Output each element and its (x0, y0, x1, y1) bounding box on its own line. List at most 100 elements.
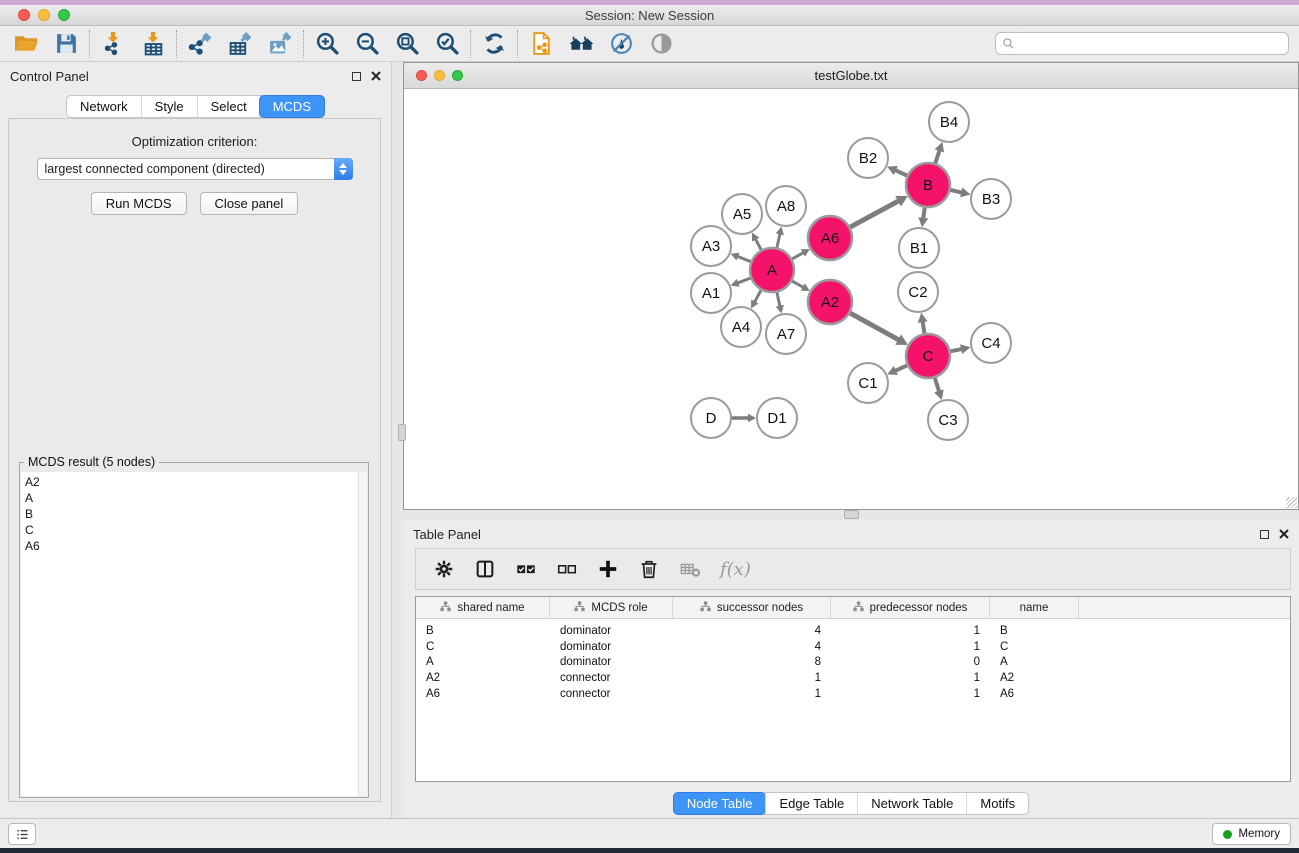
svg-text:A3: A3 (702, 238, 720, 255)
node-A[interactable]: A (750, 248, 794, 292)
node-D1[interactable]: D1 (757, 398, 797, 438)
zoom-fit-icon[interactable] (393, 30, 421, 58)
minimize-window-button[interactable] (38, 9, 50, 21)
table-tab-network-table[interactable]: Network Table (857, 793, 966, 814)
export-network-icon[interactable] (186, 30, 214, 58)
memory-label: Memory (1238, 828, 1280, 840)
vertical-splitter-grip[interactable] (398, 424, 406, 441)
network-title: testGlobe.txt (815, 68, 888, 83)
table-tab-node-table[interactable]: Node Table (673, 792, 767, 815)
result-item[interactable]: B (25, 506, 358, 522)
column-header-successor-nodes[interactable]: successor nodes (673, 597, 831, 618)
table-cell: 4 (673, 625, 831, 637)
mcds-result-group: MCDS result (5 nodes) A2ABCA6 (19, 462, 369, 798)
node-C[interactable]: C (906, 334, 950, 378)
close-panel-icon[interactable] (371, 69, 381, 84)
network-canvas[interactable]: B4 B2 B B3 A5A8A6 B1 A3 A A1 C2 A2 A4A7 C4 C C1 C3 D D1 (404, 89, 1298, 509)
criterion-dropdown[interactable]: largest connected component (directed) (37, 158, 353, 180)
node-A6[interactable]: A6 (808, 216, 852, 260)
deselect-all-icon[interactable] (556, 558, 578, 580)
tree-icon (853, 601, 864, 615)
open-folder-icon[interactable] (12, 30, 40, 58)
annotation-icon[interactable] (607, 30, 635, 58)
edge-C-C3 (934, 378, 944, 400)
select-all-icon[interactable] (515, 558, 537, 580)
table-row[interactable]: Cdominator41C (416, 639, 1290, 655)
search-input[interactable] (1019, 37, 1288, 51)
node-D[interactable]: D (691, 398, 731, 438)
column-header-predecessor-nodes[interactable]: predecessor nodes (831, 597, 990, 618)
float-panel-icon[interactable] (352, 72, 361, 81)
tab-select[interactable]: Select (197, 96, 260, 117)
function-icon[interactable]: f(x) (720, 559, 751, 580)
node-A5[interactable]: A5 (722, 194, 762, 234)
float-table-panel-icon[interactable] (1260, 530, 1269, 539)
column-header-name[interactable]: name (990, 597, 1079, 618)
column-header-shared-name[interactable]: shared name (416, 597, 550, 618)
close-table-panel-icon[interactable] (1279, 527, 1289, 542)
edge-C-C1 (887, 365, 907, 375)
task-history-button[interactable] (8, 823, 36, 845)
delete-icon[interactable] (638, 558, 660, 580)
node-A2[interactable]: A2 (808, 280, 852, 324)
node-A3[interactable]: A3 (691, 226, 731, 266)
table-cell: dominator (550, 625, 673, 637)
node-B3[interactable]: B3 (971, 179, 1011, 219)
node-A7[interactable]: A7 (766, 314, 806, 354)
node-A1[interactable]: A1 (691, 273, 731, 313)
node-A8[interactable]: A8 (766, 186, 806, 226)
result-item[interactable]: A (25, 490, 358, 506)
node-C1[interactable]: C1 (848, 363, 888, 403)
import-network-icon[interactable] (99, 30, 127, 58)
node-B4[interactable]: B4 (929, 102, 969, 142)
tab-style[interactable]: Style (141, 96, 197, 117)
network-file-icon[interactable] (527, 30, 555, 58)
table-row[interactable]: A6connector11A6 (416, 686, 1290, 702)
node-A4[interactable]: A4 (721, 307, 761, 347)
node-C4[interactable]: C4 (971, 323, 1011, 363)
tab-mcds[interactable]: MCDS (259, 95, 325, 118)
columns-icon[interactable] (474, 558, 496, 580)
save-icon[interactable] (52, 30, 80, 58)
node-B[interactable]: B (906, 163, 950, 207)
zoom-window-button[interactable] (58, 9, 70, 21)
column-header-mcds-role[interactable]: MCDS role (550, 597, 673, 618)
import-table-icon[interactable] (139, 30, 167, 58)
result-scrollbar[interactable] (358, 472, 367, 796)
homes-icon[interactable] (567, 30, 595, 58)
table-row[interactable]: A2connector11A2 (416, 670, 1290, 686)
table-tab-edge-table[interactable]: Edge Table (765, 793, 857, 814)
horizontal-splitter-grip[interactable] (844, 510, 859, 519)
zoom-out-icon[interactable] (353, 30, 381, 58)
resize-grip-icon[interactable] (1286, 497, 1297, 508)
zoom-selected-icon[interactable] (433, 30, 461, 58)
network-close-button[interactable] (416, 70, 427, 81)
refresh-layout-icon[interactable] (480, 30, 508, 58)
close-window-button[interactable] (18, 9, 30, 21)
node-B2[interactable]: B2 (848, 138, 888, 178)
network-zoom-button[interactable] (452, 70, 463, 81)
node-C3[interactable]: C3 (928, 400, 968, 440)
table-body: Bdominator41BCdominator41CAdominator80AA… (416, 619, 1290, 701)
search-field[interactable] (995, 32, 1289, 55)
export-table-icon[interactable] (226, 30, 254, 58)
table-tab-motifs[interactable]: Motifs (966, 793, 1028, 814)
memory-button[interactable]: Memory (1212, 823, 1291, 845)
node-B1[interactable]: B1 (899, 228, 939, 268)
table-row[interactable]: Bdominator41B (416, 623, 1290, 639)
tab-network[interactable]: Network (67, 96, 141, 117)
close-panel-button[interactable]: Close panel (200, 192, 299, 215)
result-item[interactable]: A2 (25, 474, 358, 490)
node-C2[interactable]: C2 (898, 272, 938, 312)
network-minimize-button[interactable] (434, 70, 445, 81)
add-icon[interactable] (597, 558, 619, 580)
table-row[interactable]: Adominator80A (416, 654, 1290, 670)
run-mcds-button[interactable]: Run MCDS (91, 192, 187, 215)
result-item[interactable]: C (25, 522, 358, 538)
export-image-icon[interactable] (266, 30, 294, 58)
result-item[interactable]: A6 (25, 538, 358, 554)
zoom-in-icon[interactable] (313, 30, 341, 58)
eye-icon[interactable] (647, 30, 675, 58)
delete-table-icon[interactable] (679, 558, 701, 580)
settings-icon[interactable] (433, 558, 455, 580)
